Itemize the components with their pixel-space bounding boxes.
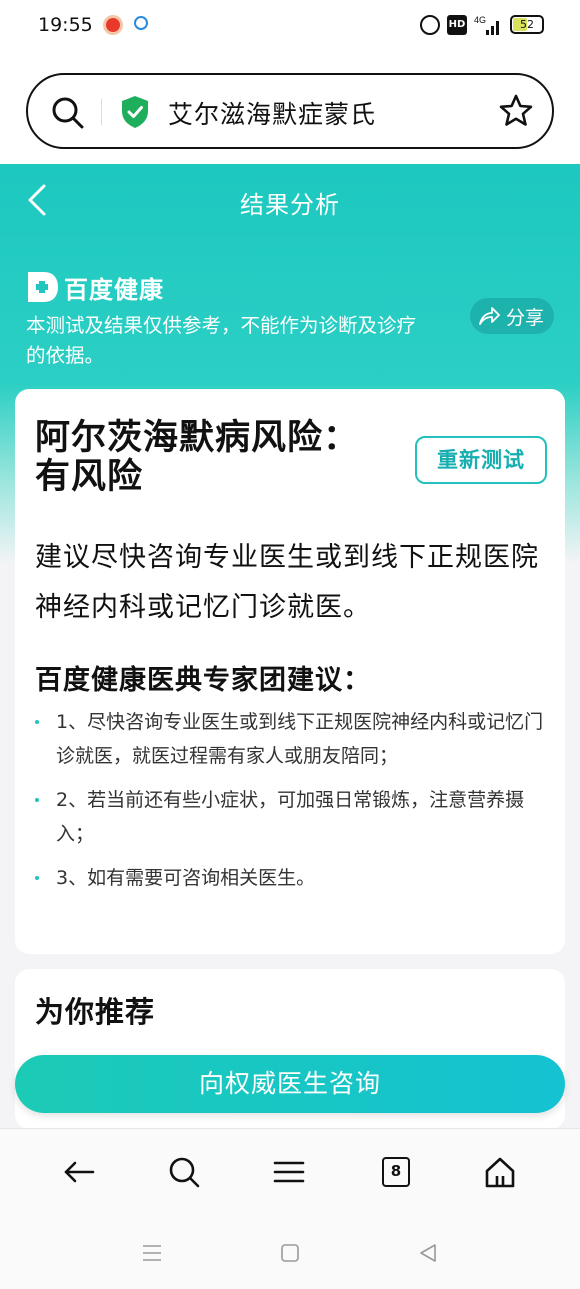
brand: 百度健康: [26, 270, 164, 304]
share-button[interactable]: 分享: [470, 298, 554, 334]
expert-heading: 百度健康医典专家团建议：: [35, 665, 371, 696]
share-icon: [479, 307, 500, 325]
retest-button[interactable]: 重新测试: [415, 436, 547, 484]
suggestion-text: 2、若当前还有些小症状，可加强日常锻炼，注意营养摄入；: [56, 789, 525, 845]
search-bar[interactable]: 艾尔滋海默症蒙氏: [26, 73, 554, 149]
alarm-icon: [420, 15, 440, 35]
status-bar: 19:55 HD 4G 52: [0, 0, 580, 56]
result-card: 阿尔茨海默病风险：有风险 重新测试 建议尽快咨询专业医生或到线下正规医院神经内科…: [15, 389, 565, 954]
browser-toolbar: 8: [0, 1128, 580, 1220]
consult-doctor-button[interactable]: 向权威医生咨询: [15, 1055, 565, 1113]
suggestion-item: 1、尽快咨询专业医生或到线下正规医院神经内科或记忆门诊就医，就医过程需有家人或朋…: [35, 705, 545, 773]
suggestion-text: 3、如有需要可咨询相关医生。: [56, 867, 316, 889]
back-triangle-icon[interactable]: [417, 1242, 439, 1264]
tabs-icon[interactable]: 8: [382, 1157, 410, 1187]
recent-apps-icon[interactable]: [141, 1242, 163, 1264]
hd-icon: HD: [447, 15, 467, 35]
brand-name: 百度健康: [64, 275, 164, 304]
result-title: 阿尔茨海默病风险：有风险: [35, 418, 360, 497]
back-arrow-icon[interactable]: [62, 1155, 96, 1189]
disclaimer: 本测试及结果仅供参考，不能作为诊断及诊疗的依据。: [26, 314, 417, 367]
search-query[interactable]: 艾尔滋海默症蒙氏: [168, 95, 376, 131]
suggestion-text: 1、尽快咨询专业医生或到线下正规医院神经内科或记忆门诊就医，就医过程需有家人或朋…: [56, 711, 544, 767]
battery-level: 52: [520, 18, 534, 31]
star-icon[interactable]: [498, 93, 534, 129]
bullet-icon: [35, 720, 39, 724]
bullet-icon: [35, 876, 39, 880]
network-label: 4G: [474, 15, 486, 25]
search-app-icon: [134, 16, 148, 30]
status-time: 19:55: [38, 14, 93, 36]
system-navigation: [0, 1220, 580, 1289]
baidu-health-logo-icon: [28, 272, 58, 302]
recommend-title: 为你推荐: [35, 995, 156, 1029]
shield-check-icon: [122, 96, 148, 128]
signal-icon: 4G: [474, 15, 499, 35]
search-divider: [101, 99, 102, 125]
app-notification-icon: [103, 15, 123, 35]
advice-text: 建议尽快咨询专业医生或到线下正规医院神经内科或记忆门诊就医。: [35, 542, 539, 623]
suggestion-list: 1、尽快咨询专业医生或到线下正规医院神经内科或记忆门诊就医，就医过程需有家人或朋…: [35, 705, 545, 905]
menu-icon[interactable]: [272, 1155, 306, 1189]
battery-icon: 52: [510, 15, 544, 34]
suggestion-item: 2、若当前还有些小症状，可加强日常锻炼，注意营养摄入；: [35, 783, 545, 851]
page-title: 结果分析: [240, 191, 340, 219]
home-button-icon[interactable]: [279, 1242, 301, 1264]
share-label: 分享: [506, 307, 545, 329]
bullet-icon: [35, 798, 39, 802]
suggestion-item: 3、如有需要可咨询相关医生。: [35, 861, 545, 895]
search-icon[interactable]: [167, 1155, 201, 1189]
home-icon[interactable]: [483, 1155, 517, 1189]
search-icon[interactable]: [50, 95, 86, 131]
search-area: 艾尔滋海默症蒙氏: [0, 56, 580, 164]
